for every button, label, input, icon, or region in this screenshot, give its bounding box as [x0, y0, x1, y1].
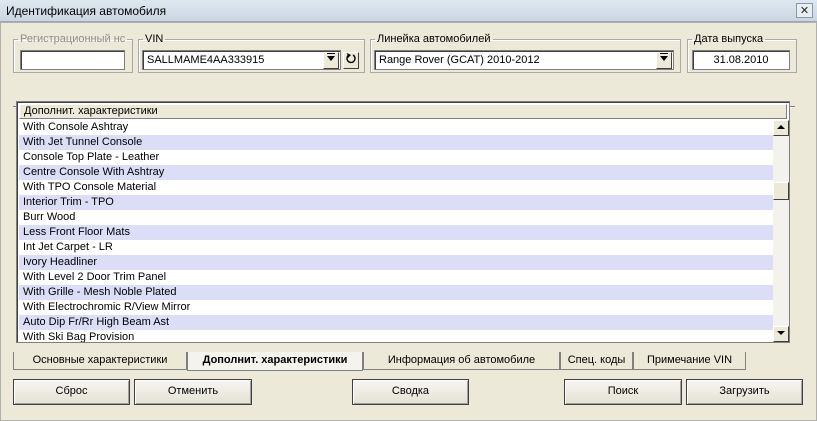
- scroll-down-icon: [777, 331, 785, 335]
- tab-vehicle-info[interactable]: Информация об автомобиле: [363, 352, 560, 370]
- window-title: Идентификация автомобиля: [6, 4, 167, 18]
- tab-special-codes[interactable]: Спец. коды: [560, 352, 633, 370]
- dropdown-arrow-icon: [660, 53, 668, 61]
- list-item[interactable]: Console Top Plate - Leather: [19, 150, 773, 165]
- list-item[interactable]: Ivory Headliner: [19, 255, 773, 270]
- dropdown-arrow-icon: [327, 53, 335, 61]
- close-button[interactable]: ✕: [796, 3, 813, 18]
- list-item[interactable]: With TPO Console Material: [19, 180, 773, 195]
- scroll-up-button[interactable]: [773, 120, 789, 136]
- vertical-scrollbar[interactable]: [773, 120, 789, 342]
- list-column-header[interactable]: Дополнит. характеристики: [19, 104, 787, 119]
- list-item[interactable]: With Electrochromic R/View Mirror: [19, 300, 773, 315]
- vin-refresh-button[interactable]: [343, 52, 359, 69]
- list-item[interactable]: Interior Trim - TPO: [19, 195, 773, 210]
- refresh-icon: [346, 53, 356, 64]
- list-item[interactable]: Int Jet Carpet - LR: [19, 240, 773, 255]
- title-bar: Идентификация автомобиля ✕: [0, 0, 817, 22]
- load-button[interactable]: Загрузить: [686, 379, 803, 405]
- vin-input[interactable]: SALLMAME4AA333915: [142, 50, 341, 70]
- tab-additional[interactable]: Дополнит. характеристики: [187, 352, 363, 371]
- list-item[interactable]: With Console Ashtray: [19, 120, 773, 135]
- vin-label: VIN: [145, 33, 164, 45]
- list-item[interactable]: Less Front Floor Mats: [19, 225, 773, 240]
- release-date-label: Дата выпуска: [694, 33, 764, 45]
- vin-dropdown-button[interactable]: [323, 52, 339, 69]
- list-item[interactable]: With Level 2 Door Trim Panel: [19, 270, 773, 285]
- options-list[interactable]: Дополнит. характеристики With Console As…: [16, 101, 790, 343]
- list-rows: With Console Ashtray With Jet Tunnel Con…: [19, 120, 773, 342]
- main-panel: Регистрационный нс VIN SALLMAME4AA333915…: [0, 22, 817, 421]
- reset-button[interactable]: Сброс: [13, 379, 130, 405]
- tab-basic[interactable]: Основные характеристики: [13, 352, 187, 370]
- reg-number-label: Регистрационный нс: [20, 33, 126, 45]
- cancel-button[interactable]: Отменить: [134, 379, 252, 405]
- vehicle-line-select[interactable]: Range Rover (GCAT) 2010-2012: [374, 50, 674, 70]
- list-item[interactable]: Auto Dip Fr/Rr High Beam Ast: [19, 315, 773, 330]
- list-item[interactable]: Burr Wood: [19, 210, 773, 225]
- reg-number-input[interactable]: [20, 50, 125, 70]
- release-date-input[interactable]: 31.08.2010: [692, 50, 790, 70]
- scroll-up-icon: [777, 125, 785, 129]
- summary-button[interactable]: Сводка: [352, 379, 469, 405]
- vehicle-line-label: Линейка автомобилей: [377, 33, 491, 45]
- list-item[interactable]: With Grille - Mesh Noble Plated: [19, 285, 773, 300]
- list-item[interactable]: Centre Console With Ashtray: [19, 165, 773, 180]
- scroll-thumb[interactable]: [773, 182, 789, 200]
- list-item[interactable]: With Jet Tunnel Console: [19, 135, 773, 150]
- list-item[interactable]: With Ski Bag Provision: [19, 330, 773, 342]
- search-button[interactable]: Поиск: [564, 379, 682, 405]
- vehicle-line-dropdown-button[interactable]: [656, 52, 672, 69]
- scroll-down-button[interactable]: [773, 326, 789, 342]
- close-icon: ✕: [799, 5, 810, 17]
- tab-vin-note[interactable]: Примечание VIN: [633, 352, 746, 370]
